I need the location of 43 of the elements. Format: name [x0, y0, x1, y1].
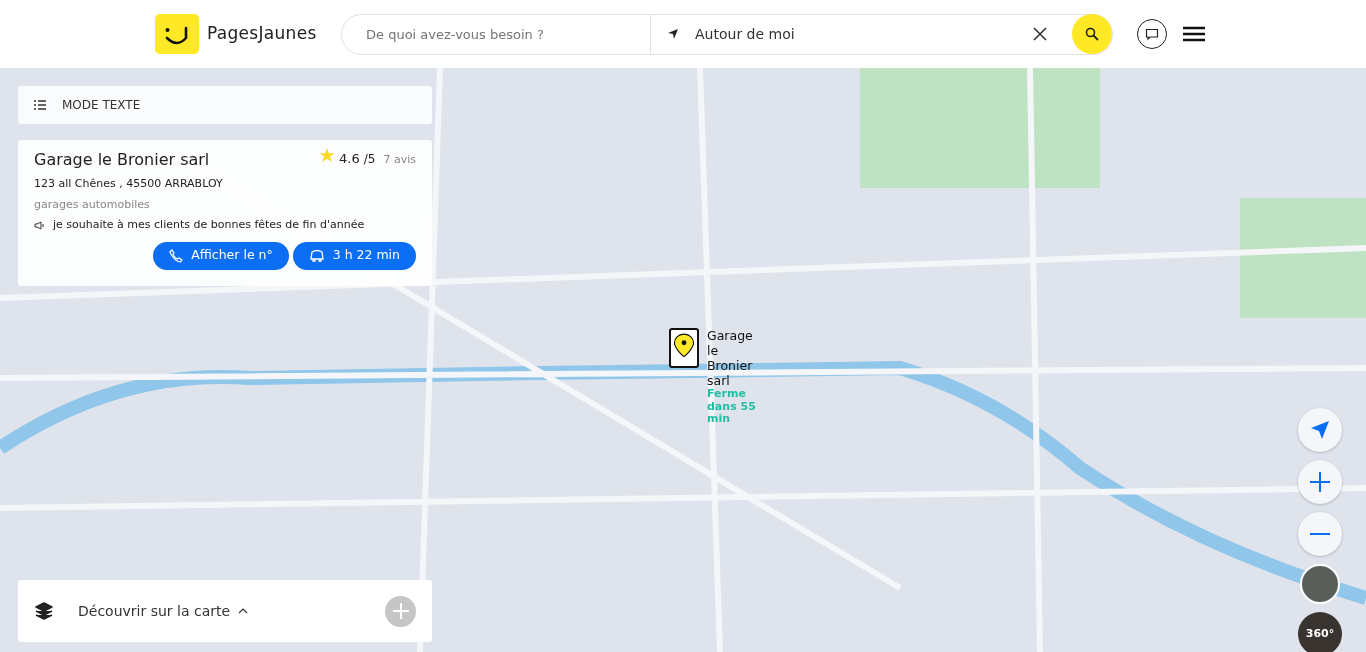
location-arrow-icon: [1310, 420, 1330, 440]
star-icon: [319, 148, 336, 163]
phone-icon: [169, 248, 184, 263]
megaphone-icon: [34, 220, 45, 230]
review-count[interactable]: 7 avis: [383, 152, 416, 169]
layers-icon: [34, 601, 54, 621]
address-text: 123 all Chênes , 45500 ARRABLOY: [34, 176, 224, 192]
smiley-logo-icon[interactable]: [155, 14, 199, 54]
listing-card[interactable]: Garage le Bronier sarl 4.6 /5 7 avis 123 all Chênes , 45500 ARRABLOY garages automobiles je souhaite à mes clients de bonnes fêtes de fin d'année Afficher le n° 3 h 22 min: [18, 140, 432, 286]
satellite-view-button[interactable]: [1300, 564, 1340, 604]
map-pin-icon[interactable]: [669, 328, 699, 368]
location-field[interactable]: Autour de moi: [651, 13, 1113, 55]
chat-button[interactable]: [1137, 19, 1167, 49]
business-name[interactable]: Garage le Bronier sarl: [34, 148, 210, 172]
show-phone-button[interactable]: Afficher le n°: [153, 241, 289, 270]
discover-toggle[interactable]: Découvrir sur la carte: [78, 600, 249, 622]
rating-max: /5: [363, 151, 376, 168]
opening-status: Ferme dans 55 min: [707, 388, 757, 426]
location-input[interactable]: Autour de moi: [679, 14, 1032, 54]
list-icon: [34, 100, 46, 110]
zoom-in-button[interactable]: [1298, 460, 1342, 504]
chat-bubble-icon: [1145, 27, 1159, 41]
search-button[interactable]: [1072, 14, 1112, 54]
route-time-button[interactable]: 3 h 22 min: [292, 241, 416, 270]
search-icon: [1085, 27, 1099, 41]
street-view-button[interactable]: 360°: [1298, 612, 1342, 652]
clear-icon[interactable]: [1032, 26, 1048, 42]
plus-icon: [391, 602, 410, 620]
rating-value: 4.6: [339, 150, 360, 168]
zoom-out-button[interactable]: [1298, 512, 1342, 556]
caret-icon: [238, 608, 249, 614]
category-text: garages automobiles: [34, 196, 151, 213]
search-field[interactable]: De quoi avez-vous besoin ?: [341, 13, 651, 55]
marker-label: Garage le Bronier sarl: [707, 328, 754, 388]
locate-button[interactable]: [1298, 408, 1342, 452]
minus-icon: [1310, 532, 1330, 536]
plus-icon: [1310, 472, 1330, 492]
text-mode-button[interactable]: MODE TEXTE: [18, 86, 432, 124]
announcement-text: je souhaite à mes clients de bonnes fêtes de fin d'année: [53, 217, 365, 233]
menu-icon[interactable]: [1183, 26, 1205, 42]
brand-name[interactable]: PagesJaunes: [207, 21, 317, 47]
car-icon: [308, 248, 325, 263]
location-arrow-icon: [667, 28, 679, 40]
